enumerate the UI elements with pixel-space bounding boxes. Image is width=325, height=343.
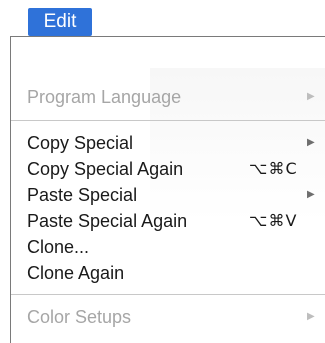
- shortcut-label: ⌥⌘C: [249, 159, 298, 178]
- menu-item-program-language: Program Language ▶: [27, 84, 325, 110]
- menu-item-label: Paste Special Again: [27, 211, 188, 231]
- menu-item-clone-again[interactable]: Clone Again: [27, 260, 325, 286]
- submenu-arrow-icon: ▶: [307, 189, 315, 200]
- menu-item-label: Copy Special: [27, 133, 134, 153]
- shortcut-label: ⌥⌘V: [249, 211, 298, 230]
- menu-item-paste-special[interactable]: Paste Special ▶: [27, 182, 325, 208]
- submenu-arrow-icon: ▶: [307, 91, 315, 102]
- edit-menu-title[interactable]: Edit: [28, 8, 92, 36]
- menu-separator: [11, 294, 325, 295]
- screen: Edit Program Language ▶ Copy Special ▶ C…: [0, 0, 325, 343]
- menu-item-label: Copy Special Again: [27, 159, 184, 179]
- submenu-arrow-icon: ▶: [307, 137, 315, 148]
- menu-item-label: Paste Special: [27, 185, 138, 205]
- menu-item-clone[interactable]: Clone...: [27, 234, 325, 260]
- menu-item-copy-special-again[interactable]: Copy Special Again ⌥⌘C: [27, 156, 325, 182]
- menu-item-copy-special[interactable]: Copy Special ▶: [27, 130, 325, 156]
- menu-item-label: Program Language: [27, 87, 182, 107]
- menu-item-color-setups: Color Setups ▶: [27, 304, 325, 330]
- menu-item-paste-special-again[interactable]: Paste Special Again ⌥⌘V: [27, 208, 325, 234]
- menu-item-label: Clone Again: [27, 263, 125, 283]
- submenu-arrow-icon: ▶: [307, 311, 315, 322]
- menu-separator: [11, 120, 325, 121]
- menu-item-label: Clone...: [27, 237, 90, 257]
- menu-item-label: Color Setups: [27, 307, 132, 327]
